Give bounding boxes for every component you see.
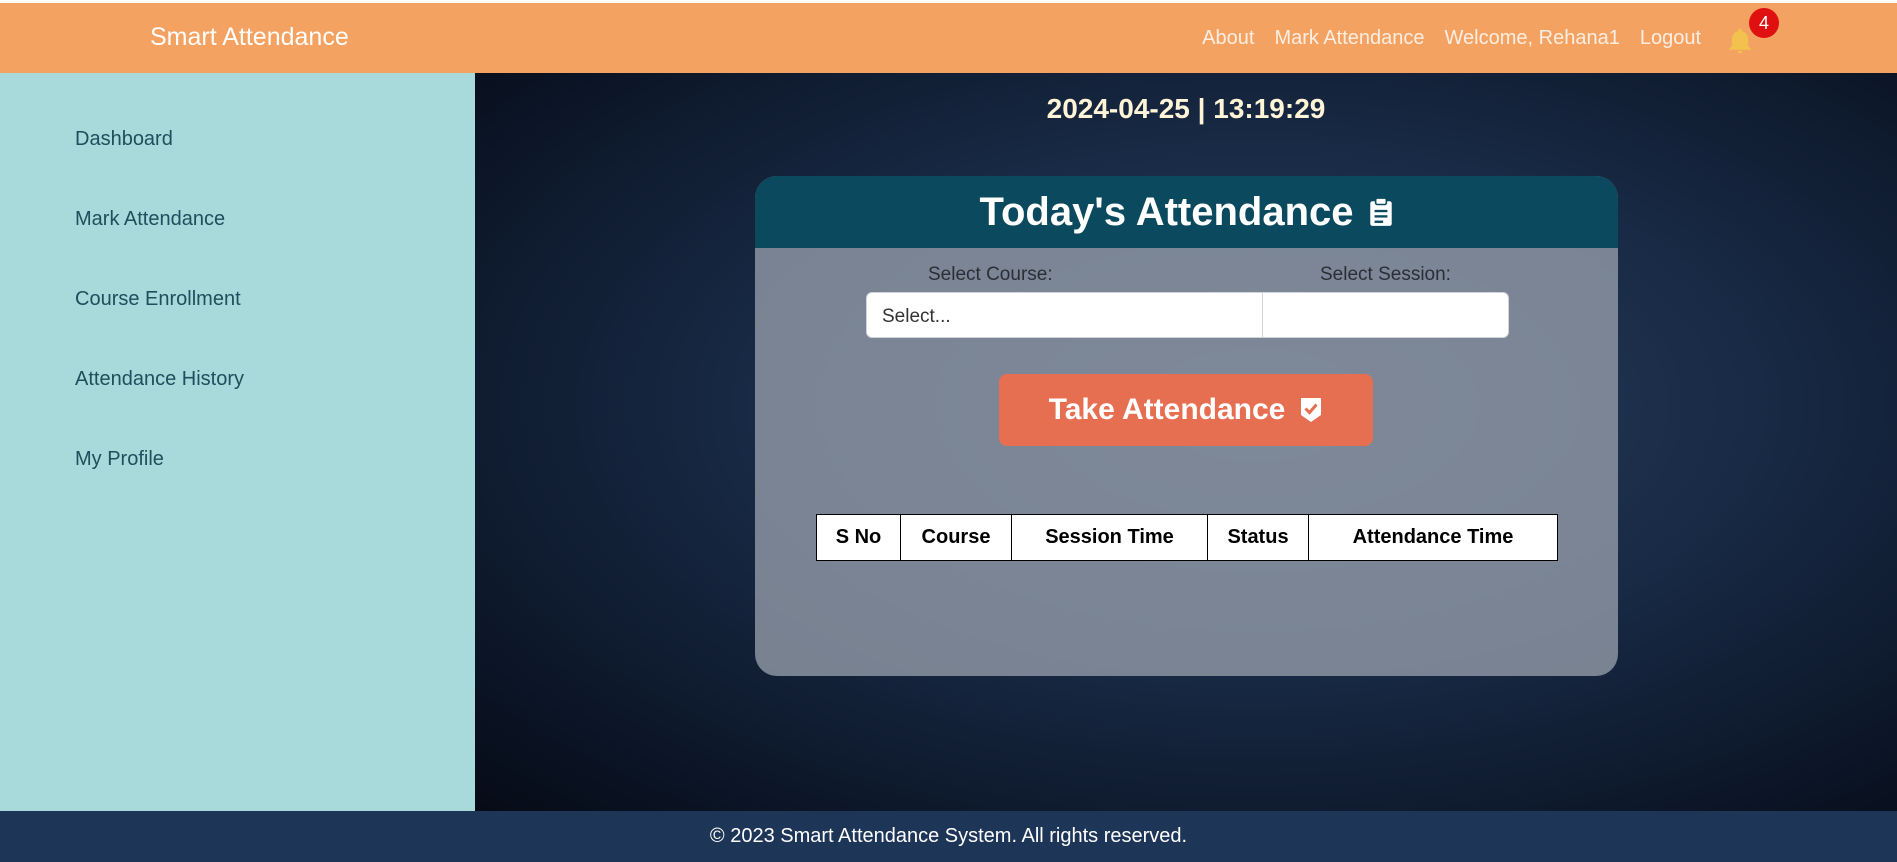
sidebar: Dashboard Mark Attendance Course Enrollm… [0, 73, 475, 811]
notification-button[interactable]: 4 [1725, 8, 1779, 56]
current-datetime: 2024-04-25 | 13:19:29 [1046, 93, 1326, 124]
column-header-attendance-time: Attendance Time [1308, 514, 1558, 561]
footer-text: © 2023 Smart Attendance System. All righ… [709, 825, 1188, 847]
sidebar-item-mark-attendance[interactable]: Mark Attendance [75, 208, 225, 231]
footer: © 2023 Smart Attendance System. All righ… [0, 811, 1897, 862]
column-header-course: Course [900, 514, 1012, 561]
column-header-status: Status [1207, 514, 1309, 561]
column-header-s-no: S No [816, 514, 901, 561]
sidebar-item-dashboard[interactable]: Dashboard [75, 128, 173, 151]
table-header-row: S No Course Session Time Status Attendan… [816, 514, 1558, 561]
clipboard-icon [1369, 197, 1392, 226]
check-shield-icon [1301, 398, 1322, 422]
column-header-session-time: Session Time [1011, 514, 1208, 561]
nav-link-logout[interactable]: Logout [1640, 27, 1701, 50]
sidebar-item-attendance-history[interactable]: Attendance History [75, 368, 244, 391]
top-navbar: Smart Attendance About Mark Attendance W… [0, 3, 1897, 73]
sidebar-item-my-profile[interactable]: My Profile [75, 448, 164, 471]
nav-link-about[interactable]: About [1202, 27, 1254, 50]
take-attendance-button[interactable]: Take Attendance [999, 374, 1373, 446]
sidebar-item-course-enrollment[interactable]: Course Enrollment [75, 288, 241, 311]
take-attendance-label: Take Attendance [1048, 393, 1286, 426]
course-select-value: Select... [882, 306, 951, 327]
card-title: Today's Attendance [979, 189, 1354, 234]
brand-title[interactable]: Smart Attendance [150, 23, 349, 52]
notification-badge: 4 [1749, 8, 1779, 38]
session-select[interactable] [1262, 292, 1509, 338]
select-course-label: Select Course: [928, 264, 1053, 285]
main-content: 2024-04-25 | 13:19:29 Today's Attendance… [475, 73, 1897, 811]
nav-link-mark-attendance[interactable]: Mark Attendance [1274, 27, 1424, 50]
select-session-label: Select Session: [1320, 264, 1451, 285]
nav-link-welcome-user[interactable]: Welcome, Rehana1 [1445, 27, 1620, 50]
attendance-card: Today's Attendance Select Course: Select… [755, 176, 1618, 676]
attendance-table: S No Course Session Time Status Attendan… [816, 514, 1558, 561]
card-header: Today's Attendance [755, 176, 1618, 248]
top-nav: About Mark Attendance Welcome, Rehana1 L… [1202, 3, 1779, 73]
course-select[interactable]: Select... [866, 292, 1266, 338]
